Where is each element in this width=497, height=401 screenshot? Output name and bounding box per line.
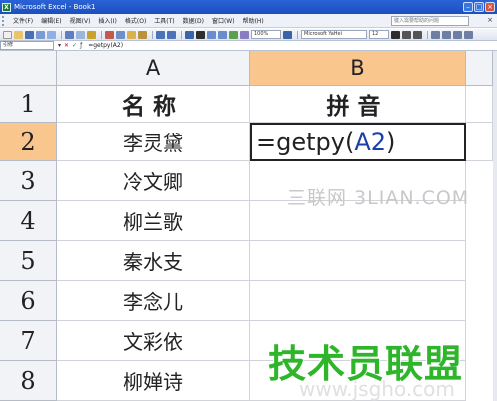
column-header-c[interactable] [466, 51, 493, 86]
cell-b2-active[interactable]: =getpy(A2) [250, 123, 466, 161]
merge-center-icon[interactable] [464, 30, 473, 39]
row-header-5[interactable]: 5 [0, 241, 57, 281]
name-box[interactable]: 引修 [0, 41, 54, 50]
maximize-icon[interactable]: □ [474, 2, 484, 12]
formula-input[interactable]: =getpy(A2) [86, 42, 123, 49]
hyperlink-icon[interactable] [185, 30, 194, 39]
close-icon[interactable]: × [485, 2, 495, 12]
sort-descending-icon[interactable] [218, 30, 227, 39]
row-header-3[interactable]: 3 [0, 161, 57, 201]
insert-function-icon[interactable]: ƒ [80, 42, 82, 49]
cell-a4[interactable]: 柳兰歌 [57, 201, 250, 241]
standard-toolbar: 100% Microsoft YaHei 12 [0, 29, 497, 41]
bold-icon[interactable] [391, 30, 400, 39]
sanlian-watermark: 三联网 3LIAN.COM [287, 187, 470, 209]
print-icon[interactable] [65, 30, 74, 39]
column-header-b[interactable]: B [250, 51, 466, 86]
align-right-icon[interactable] [453, 30, 462, 39]
chart-wizard-icon[interactable] [229, 30, 238, 39]
cell-c2[interactable] [466, 123, 493, 161]
formula-reference: A2 [354, 128, 387, 156]
toolbar-separator [101, 30, 102, 39]
formula-prefix: =getpy( [256, 128, 355, 156]
menu-view[interactable]: 视图(V) [66, 16, 95, 25]
cut-icon[interactable] [105, 30, 114, 39]
row-header-1[interactable]: 1 [0, 86, 57, 123]
paste-icon[interactable] [127, 30, 136, 39]
italic-icon[interactable] [402, 30, 411, 39]
confirm-entry-icon[interactable]: ✓ [72, 42, 77, 49]
save-icon[interactable] [25, 30, 34, 39]
menu-grip-icon [2, 15, 6, 26]
autosum-icon[interactable] [196, 30, 205, 39]
cell-a5[interactable]: 秦水支 [57, 241, 250, 281]
row-header-8[interactable]: 8 [0, 361, 57, 401]
cell-a1[interactable]: 名称 [57, 86, 250, 123]
toolbar-separator [297, 30, 298, 39]
align-left-icon[interactable] [431, 30, 440, 39]
cell-b1[interactable]: 拼音 [250, 86, 466, 123]
select-all-corner[interactable] [0, 51, 57, 86]
menu-data[interactable]: 数据(D) [179, 16, 208, 25]
menu-help[interactable]: 帮助(H) [239, 16, 268, 25]
align-center-icon[interactable] [442, 30, 451, 39]
menu-window[interactable]: 窗口(W) [208, 16, 239, 25]
new-file-icon[interactable] [3, 30, 12, 39]
format-painter-icon[interactable] [138, 30, 147, 39]
menu-file[interactable]: 文件(F) [9, 16, 37, 25]
excel-app-icon: X [2, 2, 11, 12]
help-icon[interactable] [283, 30, 292, 39]
menu-tools[interactable]: 工具(T) [150, 16, 178, 25]
open-icon[interactable] [14, 30, 23, 39]
window-controls: – □ × [463, 2, 495, 12]
copy-icon[interactable] [116, 30, 125, 39]
vertical-scrollbar[interactable] [493, 51, 497, 401]
underline-icon[interactable] [413, 30, 422, 39]
formula-suffix: ) [386, 128, 396, 156]
row-header-4[interactable]: 4 [0, 201, 57, 241]
spelling-icon[interactable] [87, 30, 96, 39]
cell-b6[interactable] [250, 281, 466, 321]
title-bar: X Microsoft Excel - Book1 – □ × [0, 0, 497, 14]
dropdown-arrow-icon[interactable]: ▾ [58, 42, 61, 49]
print-preview-icon[interactable] [76, 30, 85, 39]
workbook-close-icon[interactable]: × [487, 16, 493, 24]
font-name-select[interactable]: Microsoft YaHei [301, 30, 367, 39]
toolbar-separator [427, 30, 428, 39]
url-watermark: www.jsgho.com [299, 377, 455, 401]
menu-format[interactable]: 格式(O) [121, 16, 150, 25]
toolbar-separator [152, 30, 153, 39]
cell-b5[interactable] [250, 241, 466, 281]
column-header-a[interactable]: A [57, 51, 250, 86]
email-icon[interactable] [47, 30, 56, 39]
cell-a6[interactable]: 李念儿 [57, 281, 250, 321]
minimize-icon[interactable]: – [463, 2, 473, 12]
cell-c1[interactable] [466, 86, 493, 123]
toolbar-separator [61, 30, 62, 39]
cell-a8[interactable]: 柳婵诗 [57, 361, 250, 401]
window-title: Microsoft Excel - Book1 [14, 3, 96, 11]
menu-edit[interactable]: 编辑(E) [37, 16, 65, 25]
row-header-7[interactable]: 7 [0, 321, 57, 361]
cell-a7[interactable]: 文彩依 [57, 321, 250, 361]
drawing-icon[interactable] [240, 30, 249, 39]
toolbar-separator [181, 30, 182, 39]
formula-bar: 引修 ▾ ✕ ✓ ƒ =getpy(A2) [0, 41, 497, 51]
cell-a3[interactable]: 冷文卿 [57, 161, 250, 201]
cancel-entry-icon[interactable]: ✕ [64, 42, 69, 49]
formula-buttons: ▾ ✕ ✓ ƒ [54, 42, 86, 49]
menu-insert[interactable]: 插入(I) [94, 16, 120, 25]
menu-bar: 文件(F) 编辑(E) 视图(V) 插入(I) 格式(O) 工具(T) 数据(D… [0, 14, 497, 28]
font-size-select[interactable]: 12 [369, 30, 389, 39]
row-header-2[interactable]: 2 [0, 123, 57, 161]
zoom-select[interactable]: 100% [251, 30, 281, 39]
cell-a2[interactable]: 李灵黛 [57, 123, 250, 161]
row-header-6[interactable]: 6 [0, 281, 57, 321]
permission-icon[interactable] [36, 30, 45, 39]
undo-icon[interactable] [156, 30, 165, 39]
sort-ascending-icon[interactable] [207, 30, 216, 39]
redo-icon[interactable] [167, 30, 176, 39]
help-search-input[interactable]: 键入需要帮助的问题 [391, 16, 469, 26]
